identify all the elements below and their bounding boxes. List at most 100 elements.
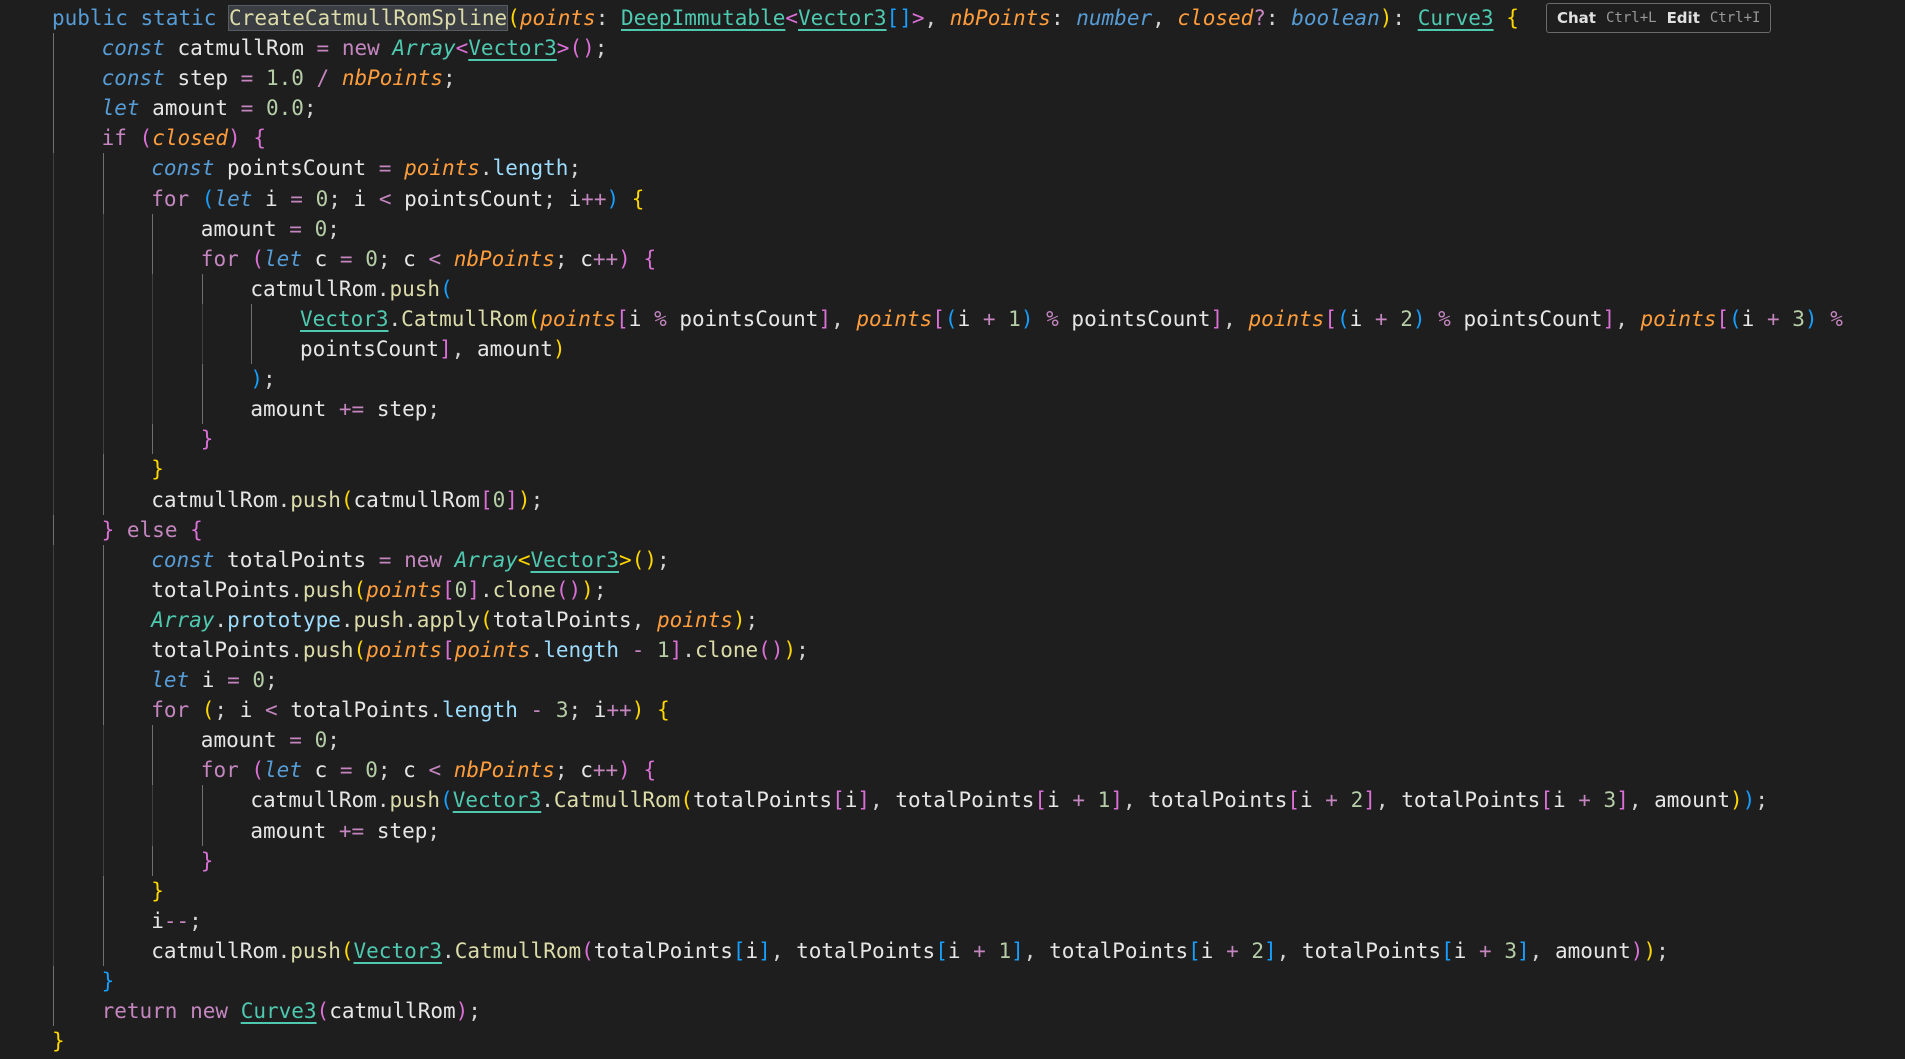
code-line[interactable]: } (0, 1026, 1905, 1056)
code-token: ; (468, 999, 481, 1024)
code-line[interactable]: } (0, 875, 1905, 906)
code-token: () (631, 547, 657, 572)
code-token: ) (228, 126, 241, 151)
code-line[interactable]: } (0, 454, 1905, 485)
code-token: apply (416, 607, 480, 632)
code-token: totalPoints (227, 547, 367, 572)
code-token: } (101, 969, 115, 993)
code-token: push (353, 607, 405, 632)
indent-guide (102, 183, 104, 214)
code-token: c (314, 246, 328, 271)
code-line[interactable]: amount += step; (0, 394, 1905, 425)
code-line[interactable]: pointsCount], amount) (0, 334, 1905, 365)
code-token: amount (152, 96, 229, 121)
code-token: const (151, 156, 228, 181)
code-line-text: } else { (102, 515, 203, 545)
code-token: + (960, 938, 999, 963)
code-token: i (745, 938, 759, 963)
code-token: [ (1287, 788, 1300, 813)
code-line-text: i--; (151, 906, 202, 936)
indent-guide (53, 424, 54, 455)
code-token: [ (442, 637, 455, 662)
code-token: + (1466, 938, 1505, 963)
code-line[interactable]: catmullRom.push( (0, 273, 1905, 304)
code-token: 1 (1008, 306, 1021, 331)
code-line[interactable]: catmullRom.push(Vector3.CatmullRom(total… (0, 935, 1905, 966)
code-token: { (253, 126, 267, 151)
code-line[interactable]: catmullRom.push(Vector3.CatmullRom(total… (0, 785, 1905, 816)
code-token: 1 (998, 938, 1012, 963)
code-token: [ (935, 938, 948, 963)
code-line-text: const catmullRom = new Array<Vector3>(); (102, 33, 608, 63)
code-token: . (682, 637, 695, 662)
code-line[interactable]: Vector3.CatmullRom(points[i % pointsCoun… (0, 303, 1905, 335)
code-line[interactable]: } else { (0, 514, 1905, 545)
indent-guide (53, 604, 54, 635)
code-line[interactable]: let amount = 0.0; (0, 93, 1905, 124)
code-token: } (101, 517, 115, 542)
code-token: points (1640, 306, 1717, 331)
code-token: ) (606, 186, 620, 211)
code-token: let (151, 668, 202, 693)
code-token: i (1453, 938, 1467, 963)
code-line[interactable]: } (0, 966, 1905, 997)
code-area[interactable]: public static CreateCatmullRomSpline(poi… (0, 0, 1905, 1056)
code-line[interactable]: const catmullRom = new Array<Vector3>(); (0, 33, 1905, 64)
code-line[interactable]: for (let c = 0; c < nbPoints; c++) { (0, 243, 1905, 274)
code-token: i (1300, 788, 1313, 813)
code-token: + (1754, 306, 1793, 331)
code-token: ) (1630, 938, 1644, 963)
code-line[interactable]: const totalPoints = new Array<Vector3>()… (0, 544, 1905, 575)
code-line[interactable]: totalPoints.push(points[points.length - … (0, 634, 1905, 666)
code-token: 1 (1097, 788, 1111, 813)
code-line-text: amount = 0; (201, 214, 340, 244)
code-token: ) (618, 758, 631, 783)
indent-guide (102, 905, 104, 936)
code-line[interactable]: amount = 0; (0, 213, 1905, 244)
code-line[interactable]: i--; (0, 905, 1905, 936)
code-line[interactable]: for (; i < totalPoints.length - 3; i++) … (0, 695, 1905, 726)
code-token: nbPoints (453, 758, 555, 783)
code-line[interactable]: catmullRom.push(catmullRom[0]); (0, 484, 1905, 515)
code-token: CatmullRom (553, 788, 681, 813)
chat-hint-label[interactable]: Chat (1557, 9, 1596, 27)
indent-guide (53, 905, 54, 936)
code-token: const (101, 66, 178, 91)
code-line[interactable]: totalPoints.push(points[0].clone()); (0, 574, 1905, 605)
code-line[interactable]: if (closed) { (0, 123, 1905, 154)
code-token: : (1050, 6, 1077, 30)
code-token: : (1392, 6, 1418, 30)
code-line[interactable]: const pointsCount = points.length; (0, 153, 1905, 184)
code-line[interactable]: Array.prototype.push.apply(totalPoints, … (0, 604, 1905, 635)
indent-guide (102, 484, 104, 515)
code-token: points (366, 577, 443, 602)
indent-guide (102, 845, 104, 876)
code-token: ( (507, 6, 520, 30)
code-line[interactable]: let i = 0; (0, 665, 1905, 696)
code-line[interactable]: amount = 0; (0, 725, 1905, 756)
indent-guide (53, 93, 54, 124)
indent-guide (53, 394, 54, 425)
code-token: % (641, 306, 680, 331)
edit-hint-label[interactable]: Edit (1667, 9, 1700, 27)
code-line[interactable]: for (let i = 0; i < pointsCount; i++) { (0, 183, 1905, 214)
code-token: [ (442, 577, 455, 602)
code-token: Vector3 (468, 36, 557, 61)
code-line[interactable]: } (0, 845, 1905, 876)
code-token: = (228, 96, 266, 121)
indent-guide (152, 213, 154, 244)
code-line[interactable]: ); (0, 364, 1905, 395)
code-line[interactable]: for (let c = 0; c < nbPoints; c++) { (0, 755, 1905, 786)
code-token: ] (505, 487, 518, 512)
code-line[interactable]: } (0, 424, 1905, 455)
code-token: i (628, 306, 642, 331)
code-token: push (290, 487, 341, 512)
code-token: ) (618, 246, 631, 271)
code-line[interactable]: return new Curve3(catmullRom); (0, 996, 1905, 1027)
code-token: ( (251, 246, 265, 271)
code-line[interactable]: amount += step; (0, 815, 1905, 846)
code-line[interactable]: const step = 1.0 / nbPoints; (0, 63, 1905, 94)
code-token: ; (265, 668, 278, 693)
code-editor[interactable]: public static CreateCatmullRomSpline(poi… (0, 0, 1905, 1059)
